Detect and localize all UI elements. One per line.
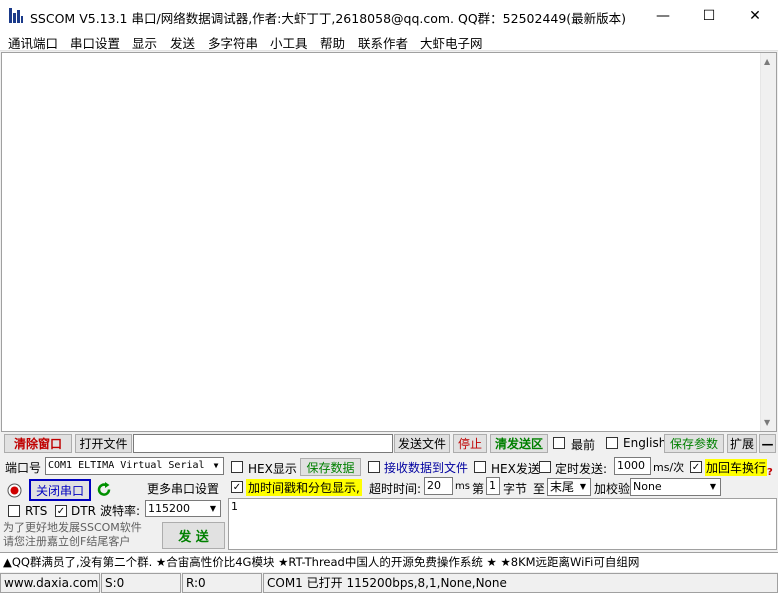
hex-send-checkbox[interactable] (474, 461, 486, 473)
rts-checkbox[interactable] (8, 505, 20, 517)
topmost-checkbox[interactable] (553, 437, 565, 449)
title-bar: SSCOM V5.13.1 串口/网络数据调试器,作者:大虾丁丁,2618058… (0, 0, 778, 31)
clear-window-button[interactable]: 清除窗口 (4, 434, 72, 453)
checksum-select[interactable]: None ▼ (630, 478, 721, 496)
menu-daxia-site[interactable]: 大虾电子网 (420, 33, 483, 52)
tail-select-value: 末尾 (550, 480, 575, 494)
chevron-down-icon[interactable]: ▼ (206, 501, 220, 516)
hex-display-checkbox[interactable] (231, 461, 243, 473)
baud-select[interactable]: 115200 ▼ (145, 500, 221, 517)
english-label: English (623, 436, 667, 450)
scroll-up-icon[interactable]: ▲ (764, 57, 770, 66)
nth-byte-input[interactable]: 1 (486, 477, 500, 495)
save-data-button[interactable]: 保存数据 (300, 458, 361, 476)
maximize-button[interactable]: ☐ (686, 0, 732, 31)
send-file-button[interactable]: 发送文件 (394, 434, 450, 453)
menu-display[interactable]: 显示 (132, 33, 157, 52)
menu-tools[interactable]: 小工具 (270, 33, 308, 52)
more-settings-link[interactable]: 更多串口设置 (147, 480, 219, 497)
timeout-label: 超时时间: (369, 482, 422, 496)
timeout-unit-label: ms (455, 481, 470, 492)
dtr-checkbox[interactable]: ✓ (55, 505, 67, 517)
receive-scrollbar[interactable]: ▲ ▼ (760, 53, 776, 431)
clear-send-button[interactable]: 清发送区 (490, 434, 548, 453)
chevron-down-icon[interactable]: ▼ (706, 479, 720, 495)
nth-label: 第 (472, 482, 485, 496)
topmost-label: 最前 (571, 438, 596, 452)
minimize-button[interactable]: — (640, 0, 686, 31)
app-logo-icon (9, 8, 23, 23)
baud-label: 波特率: (100, 504, 141, 518)
rts-label: RTS (25, 504, 48, 518)
close-port-button[interactable]: 关闭串口 (29, 479, 91, 501)
menu-contact-author[interactable]: 联系作者 (358, 33, 408, 52)
stop-button[interactable]: 停止 (453, 434, 487, 453)
status-port-info: COM1 已打开 115200bps,8,1,None,None (263, 573, 778, 593)
checksum-label: 加校验 (594, 482, 631, 496)
tail-select[interactable]: 末尾 ▼ (547, 478, 591, 496)
interval-input[interactable]: 1000 (614, 457, 651, 475)
add-crlf-checkbox[interactable]: ✓ (690, 461, 702, 473)
scroll-down-icon[interactable]: ▼ (764, 418, 770, 427)
send-button[interactable]: 发 送 (162, 522, 225, 549)
baud-select-value: 115200 (148, 502, 190, 515)
timed-send-checkbox[interactable] (539, 461, 551, 473)
menu-serial-settings[interactable]: 串口设置 (70, 33, 120, 52)
timestamp-label: 加时间戳和分包显示, (246, 479, 362, 496)
timestamp-checkbox[interactable]: ✓ (231, 481, 243, 493)
send-textarea[interactable]: 1 (228, 498, 777, 550)
hex-display-label: HEX显示 (248, 462, 297, 476)
receive-area[interactable] (1, 52, 777, 432)
dtr-label: DTR (71, 504, 96, 518)
collapse-button[interactable]: — (759, 434, 776, 453)
menu-help[interactable]: 帮助 (320, 33, 345, 52)
promo-text: 为了更好地发展SSCOM软件 请您注册嘉立创F结尾客户 (3, 521, 142, 548)
port-label: 端口号 (5, 461, 42, 475)
news-ticker[interactable]: ▲QQ群满员了,没有第二个群. ★合宙高性价比4G模块 ★RT-Thread中国… (0, 552, 778, 572)
english-checkbox[interactable] (606, 437, 618, 449)
chevron-down-icon[interactable]: ▼ (576, 479, 590, 495)
recv-to-file-button[interactable]: 接收数据到文件 (384, 459, 468, 476)
hex-send-label: HEX发送 (491, 462, 540, 476)
byte-label: 字节 (503, 482, 528, 496)
timed-send-label: 定时发送: (555, 462, 608, 476)
close-button[interactable]: ✕ (732, 0, 778, 31)
refresh-icon[interactable] (96, 481, 113, 498)
menu-send[interactable]: 发送 (170, 33, 195, 52)
save-params-button[interactable]: 保存参数 (664, 434, 724, 453)
expand-button[interactable]: 扩展 (727, 434, 757, 453)
checksum-select-value: None (633, 480, 662, 493)
to-label: 至 (533, 482, 546, 496)
chevron-down-icon[interactable]: ▼ (209, 458, 223, 474)
menu-bar: 通讯端口 串口设置 显示 发送 多字符串 小工具 帮助 联系作者 大虾电子网 (0, 31, 778, 51)
open-file-button[interactable]: 打开文件 (75, 434, 132, 453)
port-select[interactable]: COM1 ELTIMA Virtual Serial ▼ (45, 457, 224, 475)
port-select-value: COM1 ELTIMA Virtual Serial (48, 460, 205, 471)
window-title: SSCOM V5.13.1 串口/网络数据调试器,作者:大虾丁丁,2618058… (30, 11, 627, 26)
help-icon[interactable]: ? (767, 467, 773, 478)
port-status-icon (7, 483, 22, 498)
menu-comm-port[interactable]: 通讯端口 (8, 33, 58, 52)
file-path-input[interactable] (133, 434, 393, 453)
interval-unit-label: ms/次 (653, 461, 685, 474)
timeout-input[interactable]: 20 (424, 477, 453, 495)
menu-multi-string[interactable]: 多字符串 (208, 33, 258, 52)
status-site[interactable]: www.daxia.com (0, 573, 100, 593)
status-sent-count: S:0 (101, 573, 181, 593)
recv-to-file-checkbox[interactable] (368, 461, 380, 473)
status-received-count: R:0 (182, 573, 262, 593)
add-crlf-label: 加回车换行 (705, 459, 768, 476)
